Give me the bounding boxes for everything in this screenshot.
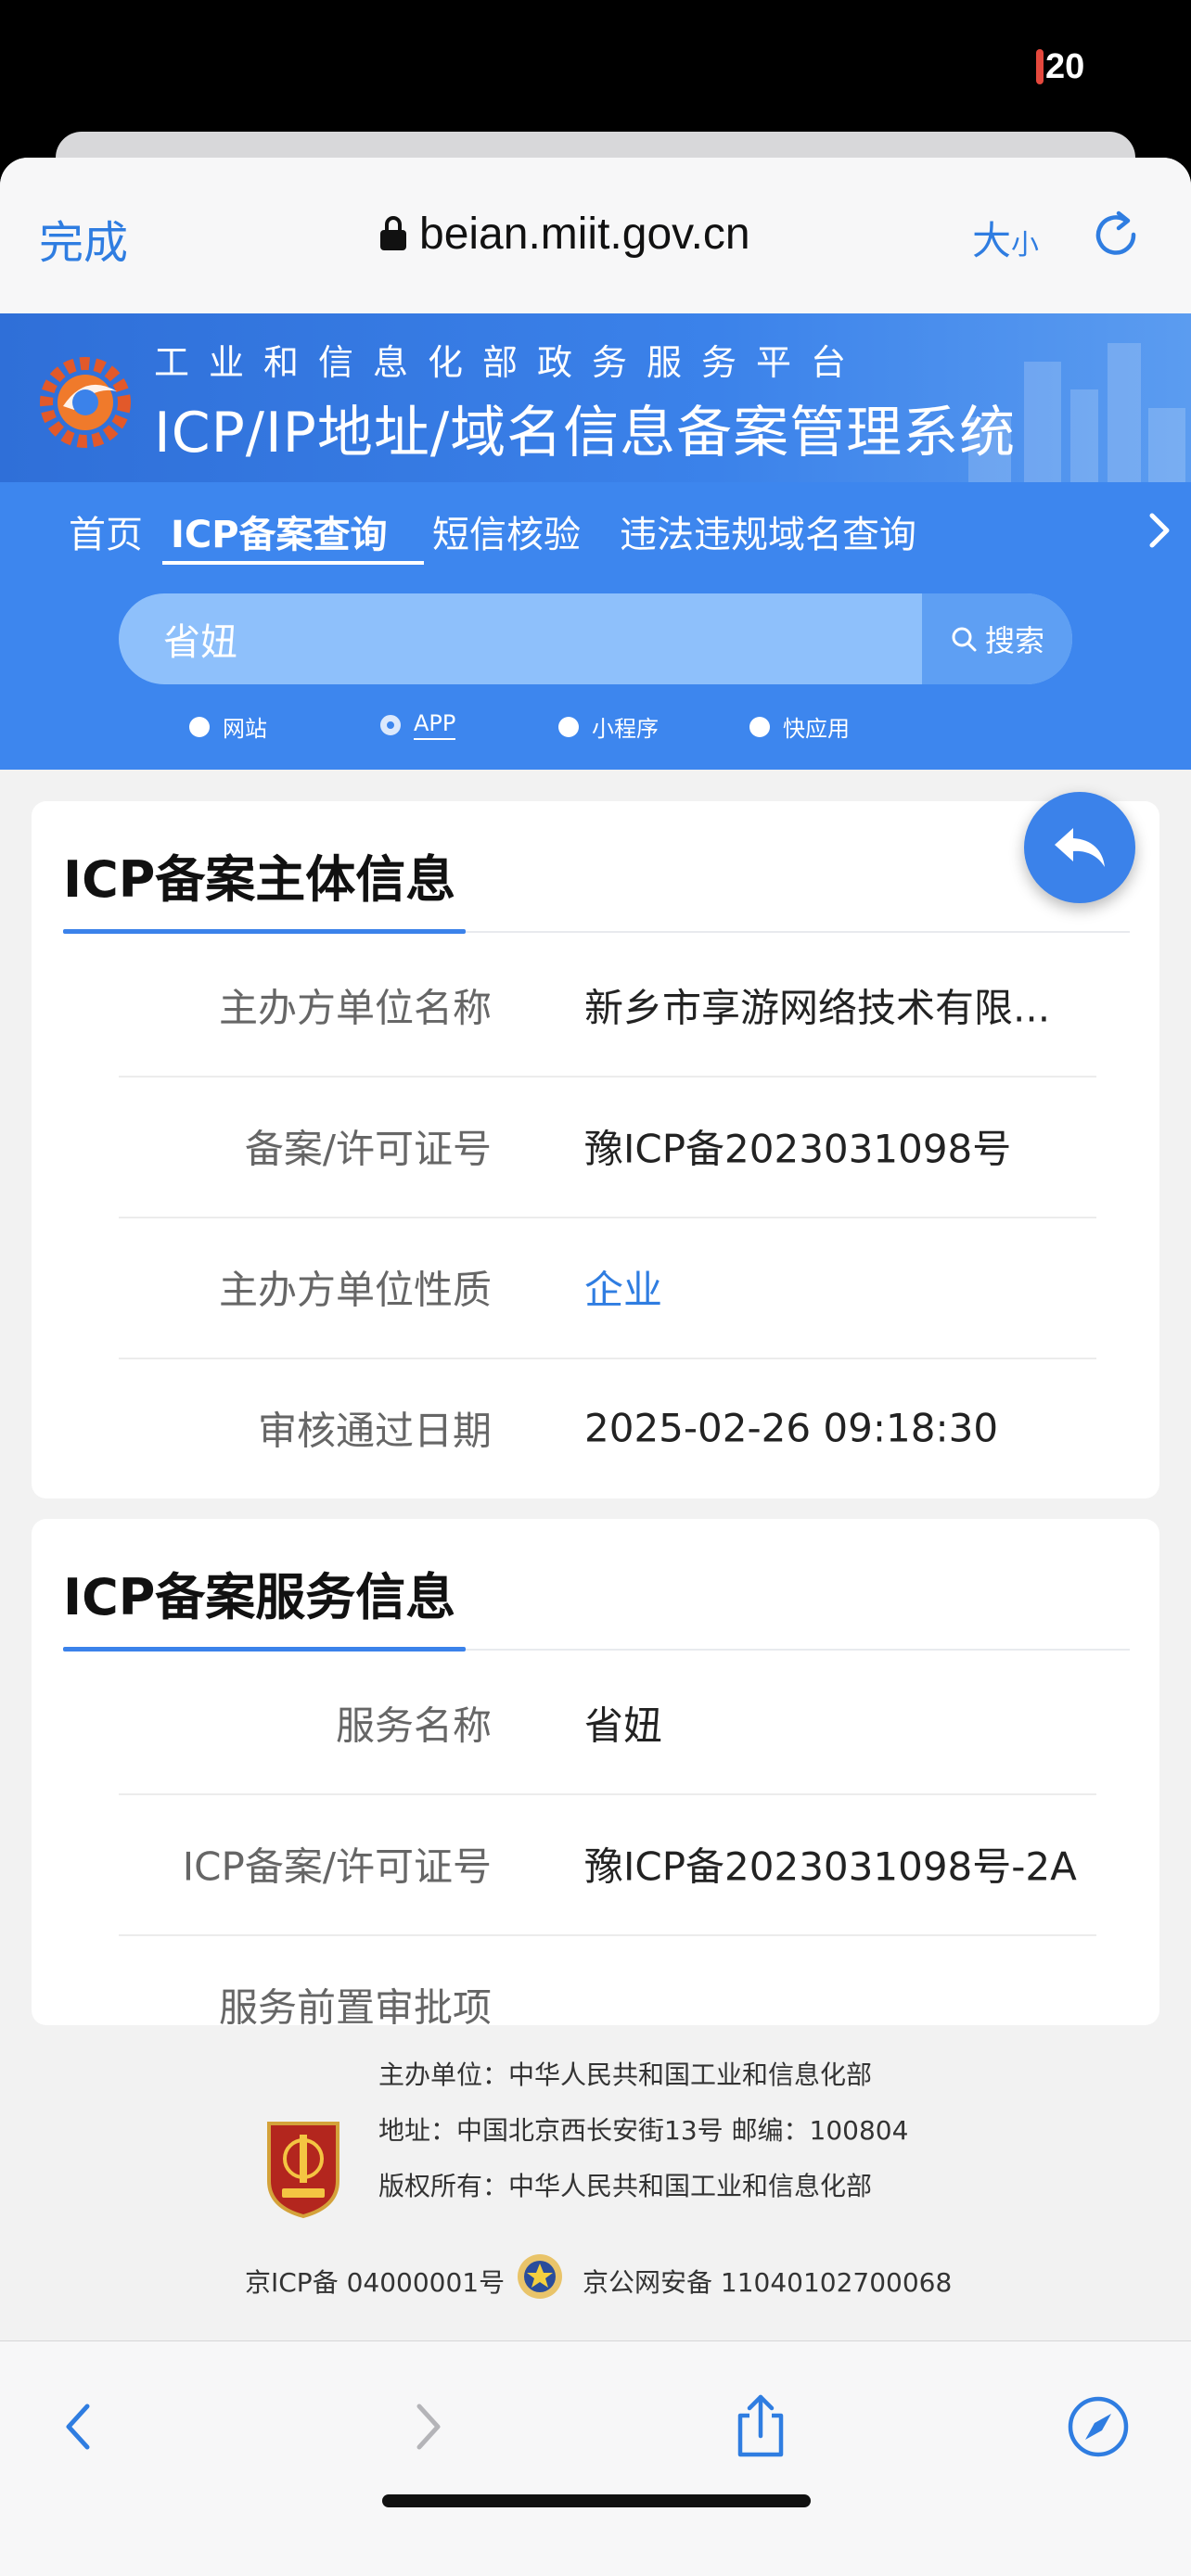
search-type-website[interactable]: 网站 — [189, 710, 267, 743]
main-nav: 首页 ICP备案查询 短信核验 违法违规域名查询 — [0, 482, 1191, 575]
done-button[interactable]: 完成 — [39, 206, 128, 271]
info-row-license: 备案/许可证号 豫ICP备2023031098号 — [119, 1076, 1096, 1218]
nav-icp-query[interactable]: ICP备案查询 — [171, 504, 388, 558]
footer-copyright: 版权所有：中华人民共和国工业和信息化部 — [378, 2171, 873, 2201]
radio-icon — [749, 716, 770, 737]
search-type-quickapp[interactable]: 快应用 — [749, 710, 850, 743]
info-row-service-license: ICP备案/许可证号 豫ICP备2023031098号-2A — [119, 1793, 1096, 1936]
back-arrow-icon[interactable] — [46, 2393, 113, 2460]
site-title: ICP/IP地址/域名信息备案管理系统 — [154, 401, 1017, 465]
card-title-underline — [63, 929, 466, 934]
card-title: ICP备案服务信息 — [63, 1568, 456, 1626]
chevron-right-icon[interactable] — [1143, 508, 1176, 553]
safari-top-bar: 完成 beian.miit.gov.cn 大小 — [0, 158, 1191, 313]
card-title-underline — [63, 1647, 466, 1651]
footer-icp-link[interactable]: 京ICP备 04000001号 — [245, 2263, 505, 2300]
site-footer: 主办单位：中华人民共和国工业和信息化部 地址：中国北京西长安街13号 邮编：10… — [0, 2025, 1191, 2340]
row-value: 新乡市享游网络技术有限... — [584, 985, 1051, 1031]
text-size-button[interactable]: 大小 — [972, 210, 1039, 266]
nav-illegal-domain[interactable]: 违法违规域名查询 — [620, 504, 916, 558]
row-label: 备案/许可证号 — [244, 1126, 492, 1172]
compass-icon[interactable] — [1065, 2393, 1132, 2460]
nav-sms-verify[interactable]: 短信核验 — [432, 504, 581, 558]
info-row-approval-date: 审核通过日期 2025-02-26 09:18:30 — [119, 1358, 1096, 1498]
row-label: 主办方单位性质 — [218, 1267, 492, 1313]
search-button-label: 搜索 — [984, 623, 1044, 658]
row-label: ICP备案/许可证号 — [182, 1843, 492, 1890]
police-badge-icon — [518, 2254, 562, 2299]
browser-sheet: 完成 beian.miit.gov.cn 大小 工业和信息化部政务服务平台 IC… — [0, 158, 1191, 2576]
radio-icon — [189, 716, 210, 737]
row-label: 服务前置审批项 — [218, 1984, 492, 2026]
search-type-app[interactable]: APP — [380, 710, 456, 740]
row-label: 审核通过日期 — [257, 1408, 492, 1454]
site-header: 工业和信息化部政务服务平台 ICP/IP地址/域名信息备案管理系统 — [0, 313, 1191, 482]
back-fab-button[interactable] — [1024, 792, 1135, 903]
search-box: 搜索 — [119, 593, 1072, 684]
row-value: 省妞 — [584, 1702, 663, 1749]
url-text: beian.miit.gov.cn — [419, 209, 750, 259]
search-button[interactable]: 搜索 — [922, 593, 1072, 684]
reload-icon[interactable] — [1091, 210, 1141, 260]
lock-icon — [380, 216, 406, 251]
share-icon[interactable] — [727, 2393, 794, 2460]
icp-entity-card: ICP备案主体信息 主办方单位名称 新乡市享游网络技术有限... 备案/许可证号… — [32, 801, 1159, 1498]
search-icon — [952, 627, 977, 652]
info-row-organizer: 主办方单位名称 新乡市享游网络技术有限... — [119, 935, 1096, 1078]
organizer-nature-link[interactable]: 企业 — [584, 1259, 662, 1316]
battery-indicator: 20 — [1036, 46, 1084, 87]
radio-icon — [558, 716, 579, 737]
battery-low-icon — [1036, 49, 1044, 84]
safari-bottom-toolbar — [0, 2340, 1191, 2576]
info-row-nature: 主办方单位性质 企业 — [119, 1217, 1096, 1359]
party-emblem-icon — [267, 2122, 339, 2219]
address-bar[interactable]: beian.miit.gov.cn — [380, 206, 750, 261]
footer-address: 地址：中国北京西长安街13号 邮编：100804 — [378, 2115, 909, 2146]
battery-level: 20 — [1045, 46, 1085, 86]
radio-selected-icon — [380, 715, 401, 735]
row-label: 服务名称 — [335, 1702, 492, 1749]
row-label: 主办方单位名称 — [218, 985, 492, 1031]
nav-active-indicator — [162, 561, 424, 565]
site-subtitle: 工业和信息化部政务服务平台 — [154, 342, 866, 383]
icp-service-card: ICP备案服务信息 服务名称 省妞 ICP备案/许可证号 豫ICP备202303… — [32, 1519, 1159, 2025]
info-row-pre-approval: 服务前置审批项 — [119, 1934, 1096, 2026]
info-row-service-name: 服务名称 省妞 — [119, 1652, 1096, 1795]
home-indicator — [382, 2494, 811, 2507]
card-title: ICP备案主体信息 — [63, 850, 456, 909]
footer-police-link[interactable]: 京公网安备 11040102700068 — [583, 2263, 952, 2300]
nav-home[interactable]: 首页 — [69, 504, 143, 558]
row-value: 2025-02-26 09:18:30 — [584, 1405, 999, 1451]
row-value: 豫ICP备2023031098号 — [584, 1126, 1012, 1172]
search-type-miniprogram[interactable]: 小程序 — [558, 710, 659, 743]
search-input[interactable] — [119, 593, 922, 684]
reply-icon — [1055, 828, 1105, 867]
footer-sponsor: 主办单位：中华人民共和国工业和信息化部 — [378, 2060, 873, 2090]
nav-search-area: 首页 ICP备案查询 短信核验 违法违规域名查询 搜索 网站 — [0, 482, 1191, 770]
search-type-group: 网站 APP 小程序 快应用 — [0, 692, 1191, 757]
row-value: 豫ICP备2023031098号-2A — [584, 1843, 1077, 1890]
miit-logo-icon — [40, 357, 131, 448]
forward-arrow-icon[interactable] — [393, 2393, 460, 2460]
